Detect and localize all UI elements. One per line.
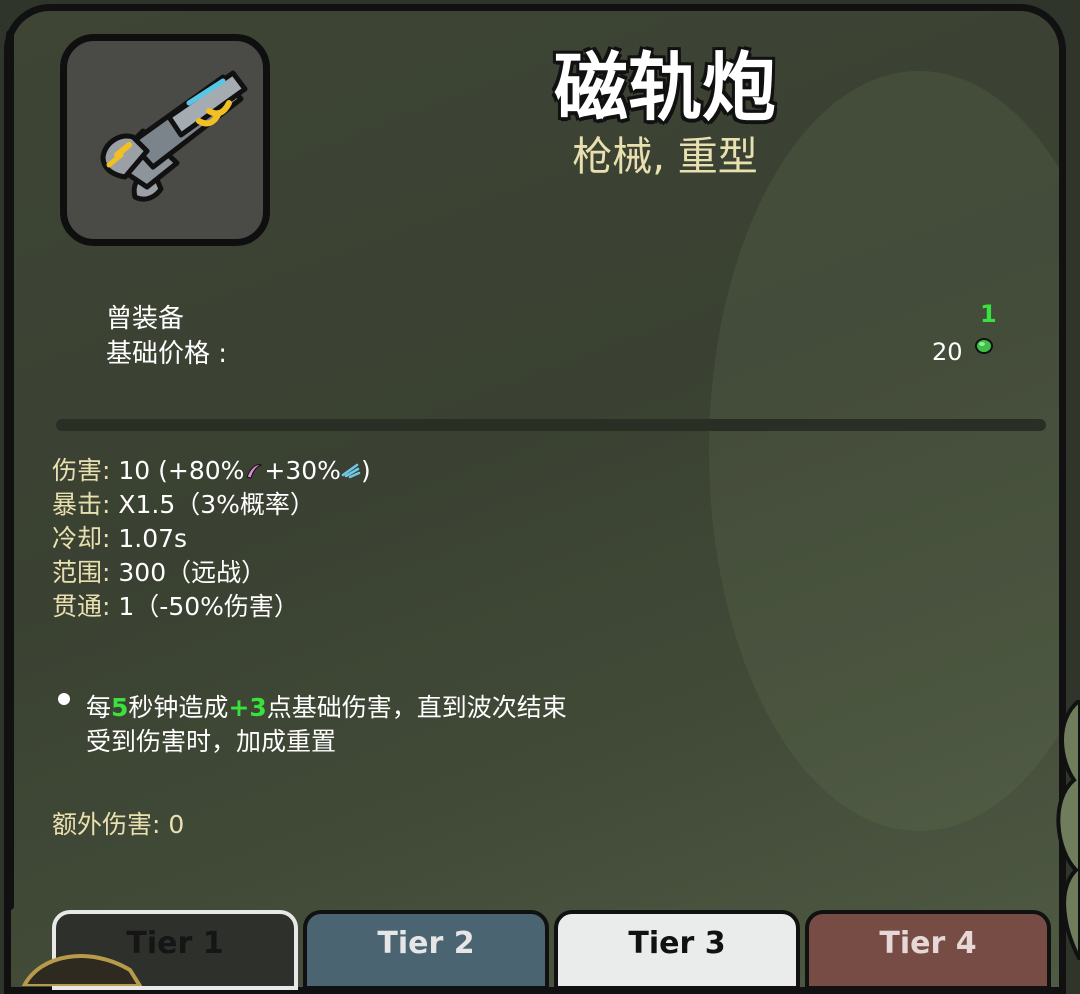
effect-bonus: +3 xyxy=(228,693,267,722)
base-price-label: 基础价格 : xyxy=(106,339,228,369)
material-coin-icon xyxy=(975,338,993,354)
tier-4-tab[interactable]: Tier 4 xyxy=(805,910,1051,990)
stat-damage-value: 10 (+80% xyxy=(118,456,245,485)
weapon-name: 磁轨炮 xyxy=(554,45,776,131)
effect-text: 点基础伤害，直到波次结束 xyxy=(266,693,567,722)
panel-left-border xyxy=(6,30,14,910)
corner-ornament-icon xyxy=(21,954,143,986)
effect-line-2: 受到伤害时，加成重置 xyxy=(86,727,337,756)
stat-crit-value: X1.5（3%概率） xyxy=(118,490,315,519)
stat-damage-end: ) xyxy=(360,456,371,485)
ranged-damage-icon xyxy=(341,463,361,479)
stat-damage: 伤害: 10 (+80% +30%) xyxy=(52,451,371,487)
effect-text: 秒钟造成 xyxy=(128,693,229,722)
stat-cooldown-value: 1.07s xyxy=(118,524,188,553)
effect-bullet xyxy=(58,693,70,705)
stat-range-value: 300（远战） xyxy=(118,558,267,587)
stat-crit: 暴击: X1.5（3%概率） xyxy=(52,485,315,521)
stat-pierce: 贯通: 1（-50%伤害） xyxy=(52,587,299,623)
effect-interval: 5 xyxy=(111,693,129,722)
melee-damage-icon xyxy=(246,464,263,479)
weapon-icon-frame xyxy=(60,34,270,246)
effect-line-1: 每5秒钟造成+3点基础伤害，直到波次结束 xyxy=(86,688,567,724)
tier-3-tab[interactable]: Tier 3 xyxy=(554,910,800,990)
equipped-count: 1 xyxy=(980,300,997,328)
stat-crit-key: 暴击: xyxy=(52,490,111,519)
stat-cooldown-key: 冷却: xyxy=(52,524,111,553)
weapon-tags: 枪械, 重型 xyxy=(572,134,758,180)
equipped-label: 曾装备 xyxy=(106,304,185,334)
stat-cooldown: 冷却: 1.07s xyxy=(52,519,187,555)
stat-pierce-value: 1（-50%伤害） xyxy=(118,592,299,621)
background-rock-icon xyxy=(1056,700,1080,960)
stat-range: 范围: 300（远战） xyxy=(52,553,266,589)
base-price-value: 20 xyxy=(932,338,963,366)
stat-range-key: 范围: xyxy=(52,558,111,587)
railgun-icon xyxy=(100,70,248,202)
effect-text: 每 xyxy=(86,693,112,722)
stat-damage-bonus: +30% xyxy=(264,456,341,485)
section-divider xyxy=(56,419,1046,431)
extra-damage: 额外伤害: 0 xyxy=(52,810,185,839)
stat-damage-key: 伤害: xyxy=(52,456,111,485)
tier-2-tab[interactable]: Tier 2 xyxy=(303,910,549,990)
stat-pierce-key: 贯通: xyxy=(52,592,111,621)
